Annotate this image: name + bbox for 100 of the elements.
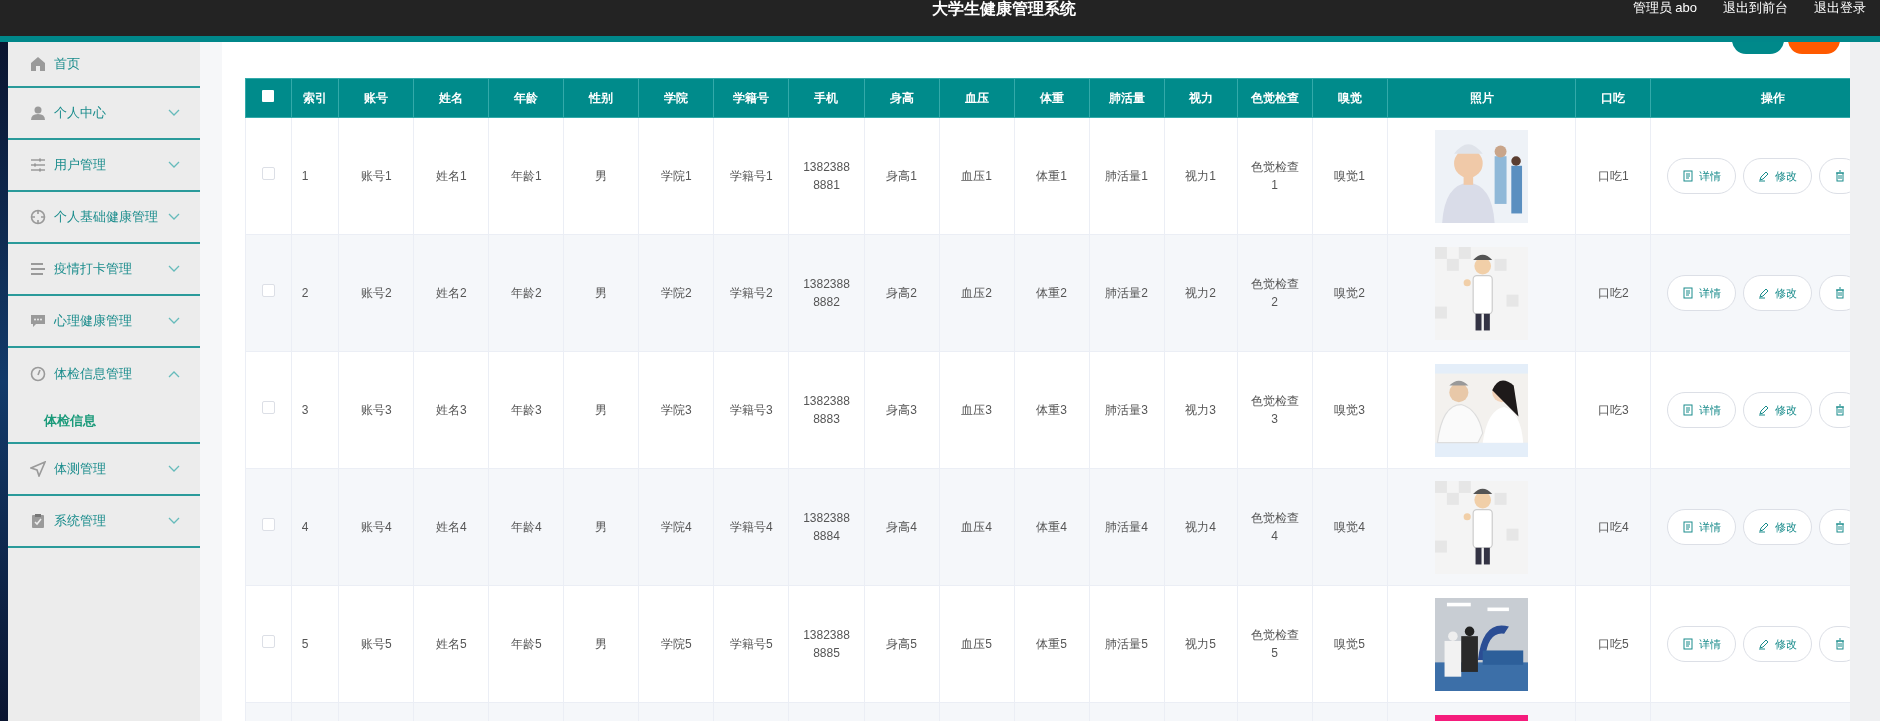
table-cell: 学院4 <box>661 520 692 534</box>
table-cell: 姓名4 <box>436 520 467 534</box>
table-cell: 年龄1 <box>511 169 542 183</box>
row-checkbox[interactable] <box>261 284 275 297</box>
table-cell: 年龄5 <box>511 637 542 651</box>
column-header: 口吃 <box>1601 91 1626 105</box>
table-cell-text: 13823888885 <box>802 627 851 662</box>
table-cell: 肺活量5 <box>1105 637 1148 651</box>
table-cell: 肺活量4 <box>1105 520 1148 534</box>
delete-button[interactable] <box>1819 626 1850 662</box>
table-cell: 体重5 <box>1036 637 1067 651</box>
row-checkbox[interactable] <box>261 518 275 531</box>
select-all-checkbox[interactable] <box>262 90 275 102</box>
header-link[interactable]: 退出到前台 <box>1723 0 1788 16</box>
document-icon <box>1682 170 1695 182</box>
trash-icon <box>1834 404 1847 416</box>
table-cell: 男 <box>595 403 608 417</box>
table-cell: 血压1 <box>961 169 992 183</box>
home-icon <box>30 56 46 72</box>
table-cell: 4 <box>301 520 309 534</box>
column-header: 色觉检查 <box>1250 91 1299 105</box>
table-cell: 肺活量3 <box>1105 403 1148 417</box>
table-cell: 学籍号4 <box>730 520 773 534</box>
detail-button[interactable]: 详情 <box>1667 275 1737 311</box>
detail-button[interactable]: 详情 <box>1667 158 1737 194</box>
pencil-icon <box>1758 404 1771 416</box>
column-header: 年龄 <box>514 91 539 105</box>
table-cell: 男 <box>595 520 608 534</box>
delete-button[interactable] <box>1819 392 1850 428</box>
trash-icon <box>1834 287 1847 299</box>
table-cell: 学籍号3 <box>730 403 773 417</box>
column-header: 学籍号 <box>733 91 770 105</box>
table-cell: 账号1 <box>360 169 392 183</box>
edit-button[interactable]: 修改 <box>1743 626 1813 662</box>
table-cell: 学院3 <box>661 403 692 417</box>
table-cell: 3 <box>301 403 309 417</box>
table-cell: 账号4 <box>360 520 392 534</box>
column-header: 性别 <box>589 91 614 105</box>
pencil-icon <box>1758 287 1771 299</box>
sidebar-item[interactable]: 体检信息管理 <box>8 348 200 400</box>
table-cell: 学籍号1 <box>730 169 773 183</box>
column-header: 身高 <box>889 91 914 105</box>
detail-button[interactable]: 详情 <box>1667 626 1737 662</box>
edit-button[interactable]: 修改 <box>1743 392 1813 428</box>
delete-button[interactable] <box>1819 158 1850 194</box>
user-label: 管理员 abo <box>1632 0 1697 16</box>
header-link[interactable]: 退出登录 <box>1814 0 1866 16</box>
edit-button[interactable]: 修改 <box>1743 275 1813 311</box>
table-cell-text: 色觉检查3 <box>1249 393 1300 428</box>
table-cell: 体重4 <box>1036 520 1067 534</box>
list-icon <box>30 261 46 277</box>
edit-button[interactable]: 修改 <box>1743 509 1813 545</box>
table-cell: 学院1 <box>661 169 692 183</box>
table-cell: 体重3 <box>1036 403 1067 417</box>
column-header: 账号 <box>364 91 389 105</box>
table-cell: 男 <box>595 286 608 300</box>
table-cell: 肺活量1 <box>1105 169 1148 183</box>
detail-button[interactable]: 详情 <box>1667 392 1737 428</box>
table-cell-text: 13823888884 <box>802 510 851 545</box>
sliders-icon <box>30 157 46 173</box>
pencil-icon <box>1758 170 1771 182</box>
table-cell: 学籍号2 <box>730 286 773 300</box>
table-cell: 账号2 <box>360 286 392 300</box>
document-icon <box>1682 521 1695 533</box>
table-cell: 血压4 <box>961 520 992 534</box>
table-cell: 嗅觉2 <box>1334 286 1366 300</box>
table-cell-text: 色觉检查2 <box>1249 276 1300 311</box>
table-cell: 男 <box>595 169 608 183</box>
edit-button[interactable]: 修改 <box>1743 158 1813 194</box>
table-cell-text: 色觉检查4 <box>1249 510 1300 545</box>
table-cell: 肺活量2 <box>1105 286 1148 300</box>
delete-button[interactable] <box>1819 275 1850 311</box>
table-cell: 视力2 <box>1185 286 1216 300</box>
table-cell-text: 色觉检查1 <box>1249 159 1300 194</box>
table-cell: 嗅觉4 <box>1334 520 1366 534</box>
document-icon <box>1682 404 1695 416</box>
table-cell: 1 <box>301 169 309 183</box>
table-cell: 体重2 <box>1036 286 1067 300</box>
table-cell: 视力1 <box>1185 169 1216 183</box>
table-cell: 口吃2 <box>1598 286 1629 300</box>
table-cell: 身高3 <box>886 403 917 417</box>
column-header: 嗅觉 <box>1337 91 1362 105</box>
delete-button[interactable] <box>1819 509 1850 545</box>
table-cell-text: 13823888881 <box>802 159 851 194</box>
row-checkbox[interactable] <box>261 635 275 648</box>
column-header: 体重 <box>1039 91 1064 105</box>
column-header: 照片 <box>1469 91 1494 105</box>
app-title: 大学生健康管理系统 <box>932 0 1076 18</box>
table-cell: 口吃5 <box>1598 637 1629 651</box>
table-cell: 体重1 <box>1036 169 1067 183</box>
table-cell: 血压2 <box>961 286 992 300</box>
table-cell-text: 13823888882 <box>802 276 851 311</box>
detail-button[interactable]: 详情 <box>1667 509 1737 545</box>
crosshair-icon <box>30 209 46 225</box>
row-checkbox[interactable] <box>261 401 275 414</box>
row-checkbox[interactable] <box>261 167 275 180</box>
trash-icon <box>1834 638 1847 650</box>
table-cell: 血压3 <box>961 403 992 417</box>
table-cell: 口吃1 <box>1598 169 1629 183</box>
table-cell: 视力3 <box>1185 403 1216 417</box>
